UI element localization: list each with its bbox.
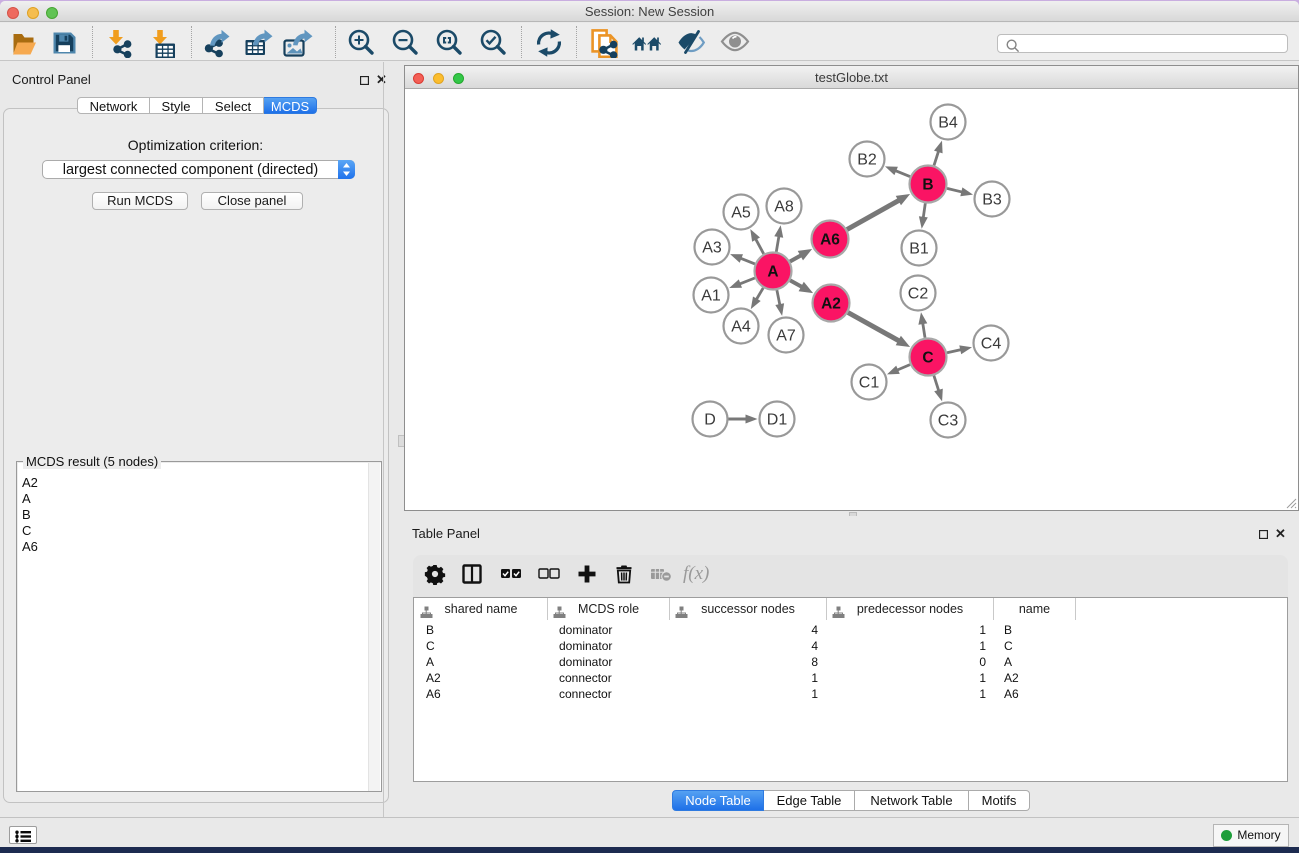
svg-text:A2: A2: [821, 296, 841, 313]
svg-text:B: B: [922, 177, 933, 194]
svg-text:f(x): f(x): [683, 563, 709, 584]
svg-text:C3: C3: [938, 413, 959, 430]
svg-text:A6: A6: [820, 232, 840, 249]
svg-text:A: A: [767, 264, 778, 281]
svg-text:C1: C1: [859, 375, 880, 392]
svg-text:A4: A4: [731, 319, 751, 336]
svg-text:A8: A8: [774, 199, 794, 216]
svg-text:B3: B3: [982, 192, 1002, 209]
svg-text:C2: C2: [908, 286, 929, 303]
svg-text:C4: C4: [981, 336, 1002, 353]
svg-text:A3: A3: [702, 240, 722, 257]
svg-text:D: D: [704, 412, 716, 429]
svg-text:D1: D1: [767, 412, 788, 429]
svg-text:A5: A5: [731, 205, 751, 222]
svg-text:C: C: [922, 350, 933, 367]
svg-text:B1: B1: [909, 241, 929, 258]
svg-text:B4: B4: [938, 115, 958, 132]
svg-text:A1: A1: [701, 288, 721, 305]
svg-text:A7: A7: [776, 328, 796, 345]
svg-text:B2: B2: [857, 152, 877, 169]
